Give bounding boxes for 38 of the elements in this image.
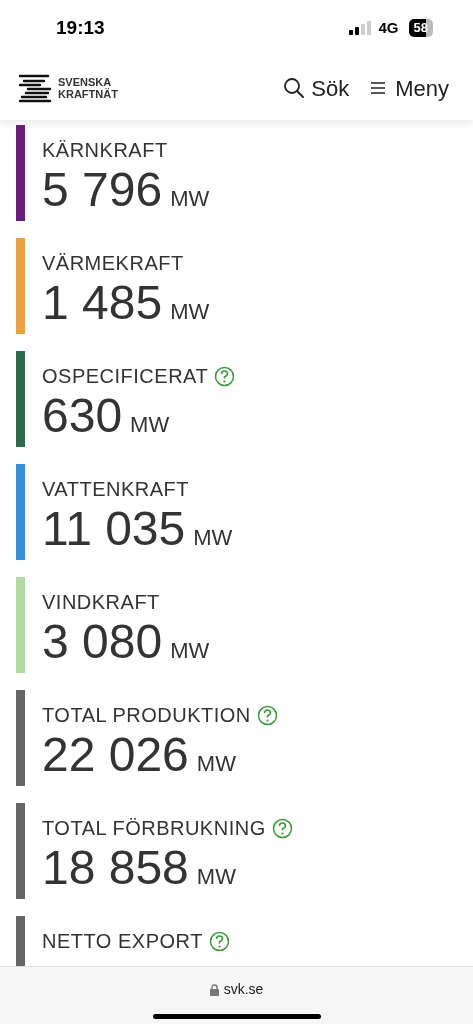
help-icon[interactable] [271,817,293,839]
search-icon [283,77,306,99]
logo-text: KRAFTNÄT [58,88,118,100]
category-label: TOTAL FÖRBRUKNING [42,816,266,841]
help-icon[interactable] [208,930,230,952]
url-text[interactable]: svk.se [223,979,264,1000]
logo-icon [18,73,52,103]
help-icon[interactable] [256,704,278,726]
search-button[interactable]: Sök [283,71,350,105]
category-label: KÄRNKRAFT [42,138,168,163]
logo-text: SVENSKA [58,76,113,88]
power-value: 630 [42,389,123,443]
unit-label: MW [170,298,210,326]
category-label: VATTENKRAFT [42,477,189,502]
category-label: TOTAL PRODUKTION [42,703,251,728]
category-label: VINDKRAFT [42,590,160,615]
unit-label: MW [170,185,210,213]
power-value: 22 026 [42,728,189,782]
unit-label: MW [196,750,236,778]
help-icon[interactable] [214,365,236,387]
power-value: 3 080 [42,615,163,669]
category-label: VÄRMEKRAFT [42,251,184,276]
menu-button[interactable]: Meny [371,71,449,105]
status-time: 19:13 [56,15,105,40]
unit-label: MW [130,411,170,439]
network-label: 4G [378,17,399,38]
unit-label: MW [170,637,210,665]
menu-icon [371,82,386,94]
power-value: 5 796 [42,163,163,217]
category-label: NETTO EXPORT [42,929,203,954]
category-label: OSPECIFICERAT [42,364,209,389]
lock-icon [209,983,219,996]
power-value: 18 858 [42,841,189,895]
signal-icon [348,21,373,35]
power-value: 11 035 [42,502,186,556]
unit-label: MW [196,863,236,891]
power-value: 1 485 [42,276,163,330]
unit-label: MW [193,524,233,552]
